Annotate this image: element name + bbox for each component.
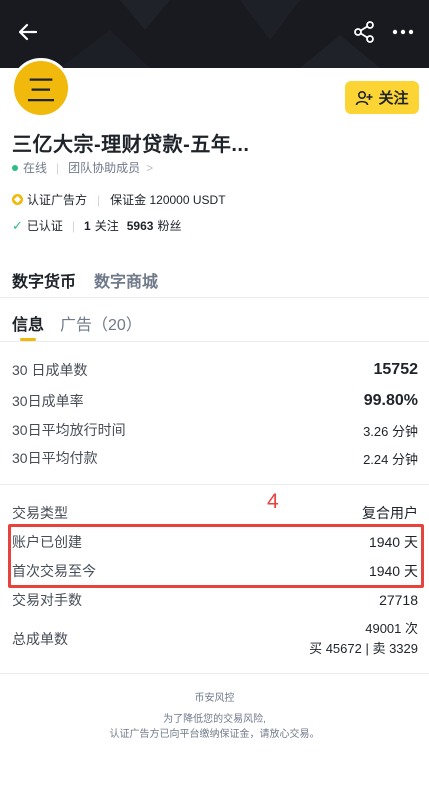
detail-value: 1940 天 bbox=[368, 563, 418, 579]
verified-label: 已认证 bbox=[26, 219, 63, 233]
more-icon[interactable] bbox=[390, 20, 416, 44]
footer-line: 为了降低您的交易风险, bbox=[163, 714, 266, 725]
deposit: 保证金 120000 USDT bbox=[110, 193, 226, 207]
check-icon: ✓ bbox=[12, 217, 23, 233]
detail-value: 复合用户 bbox=[362, 505, 418, 521]
detail-label: 首次交易至今 bbox=[12, 563, 96, 579]
follow-label: 关注 bbox=[378, 90, 409, 107]
stat-row-orders: 30 日成单数 15752 bbox=[12, 360, 418, 380]
certified-advertiser-icon bbox=[12, 194, 23, 205]
verify-row: ✓ 已认证 | 1 关注 5963 粉丝 bbox=[12, 217, 181, 234]
divider bbox=[0, 341, 429, 342]
tab-mall[interactable]: 数字商城 bbox=[94, 268, 158, 292]
online-dot-icon bbox=[12, 164, 18, 171]
stat-value: 99.80% bbox=[363, 392, 418, 409]
total-label: 总成单数 bbox=[12, 631, 68, 647]
footer-title: 币安风控 bbox=[194, 693, 235, 704]
total-values: 49001 次 买 45672 | 卖 3329 bbox=[309, 619, 418, 659]
following-label: 关注 bbox=[94, 219, 119, 233]
avatar: 三 bbox=[11, 58, 71, 118]
total-value: 49001 次 bbox=[365, 621, 418, 636]
merchant-name: 三亿大宗-理财贷款-五年... bbox=[12, 134, 250, 156]
following-count: 1 bbox=[84, 218, 91, 233]
team-member-link[interactable]: 团队协助成员 bbox=[68, 159, 140, 176]
follow-button[interactable]: 关注 bbox=[345, 81, 419, 114]
detail-label: 账户已创建 bbox=[12, 534, 82, 550]
detail-row-account-created: 账户已创建 1940 天 bbox=[12, 532, 418, 552]
stat-label: 30日成单率 bbox=[12, 393, 84, 409]
stat-value: 2.24 分钟 bbox=[363, 451, 418, 467]
separator: | bbox=[71, 218, 76, 233]
add-user-icon bbox=[356, 90, 373, 105]
detail-row-trade-type: 交易类型 复合用户 bbox=[12, 503, 418, 523]
detail-row-first-trade: 首次交易至今 1940 天 bbox=[12, 561, 418, 581]
detail-value: 1940 天 bbox=[368, 534, 418, 550]
status-row: 在线 | 团队协助成员 > bbox=[12, 159, 153, 176]
badge-row: 认证广告方 | 保证金 120000 USDT bbox=[12, 191, 226, 208]
followers-label: 粉丝 bbox=[157, 219, 182, 233]
detail-label: 交易对手数 bbox=[12, 592, 82, 608]
stat-label: 30 日成单数 bbox=[12, 362, 88, 378]
followers-count: 5963 bbox=[126, 218, 154, 233]
stat-value: 15752 bbox=[373, 361, 419, 378]
tab-info[interactable]: 信息 bbox=[12, 311, 44, 335]
top-bar bbox=[0, 0, 429, 68]
stat-label: 30日平均放行时间 bbox=[12, 422, 126, 438]
total-orders-row: 总成单数 49001 次 买 45672 | 卖 3329 bbox=[12, 619, 418, 659]
total-breakdown: 买 45672 | 卖 3329 bbox=[309, 641, 418, 656]
detail-label: 交易类型 bbox=[12, 505, 68, 521]
divider bbox=[0, 484, 429, 485]
certified-advertiser[interactable]: 认证广告方 bbox=[27, 191, 87, 208]
share-icon[interactable] bbox=[352, 20, 376, 44]
arrow-left-icon[interactable] bbox=[14, 18, 42, 46]
separator: | bbox=[97, 192, 101, 207]
online-status: 在线 bbox=[23, 161, 48, 175]
chevron-right-icon: > bbox=[146, 160, 154, 175]
stat-row-release-time: 30日平均放行时间 3.26 分钟 bbox=[12, 420, 418, 440]
detail-row-counterparties: 交易对手数 27718 bbox=[12, 590, 418, 610]
footer-line: 认证广告方已向平台缴纳保证金，请放心交易。 bbox=[109, 729, 320, 740]
tab-ads[interactable]: 广告（20） bbox=[60, 311, 142, 335]
divider bbox=[0, 297, 429, 298]
sub-tabs: 信息 广告（20） bbox=[12, 311, 142, 335]
divider bbox=[0, 673, 429, 674]
tab-crypto[interactable]: 数字货币 bbox=[12, 268, 76, 292]
category-tabs: 数字货币 数字商城 bbox=[12, 268, 158, 292]
stat-value: 3.26 分钟 bbox=[363, 423, 418, 439]
stat-label: 30日平均付款 bbox=[12, 450, 98, 466]
separator: | bbox=[56, 160, 60, 175]
risk-footer: 币安风控 为了降低您的交易风险, 认证广告方已向平台缴纳保证金，请放心交易。 bbox=[0, 691, 429, 742]
stat-row-pay-time: 30日平均付款 2.24 分钟 bbox=[12, 448, 418, 468]
stat-row-completion-rate: 30日成单率 99.80% bbox=[12, 391, 418, 411]
detail-value: 27718 bbox=[379, 592, 418, 608]
